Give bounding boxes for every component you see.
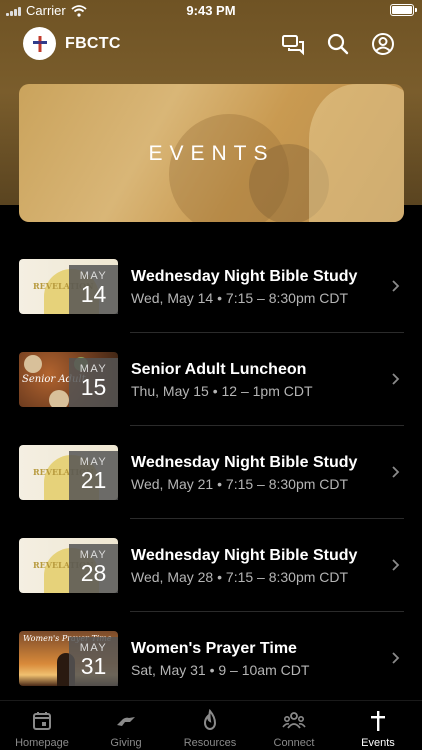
event-datetime: Sat, May 31 • 9 – 10am CDT <box>131 662 310 678</box>
tab-resources[interactable]: Resources <box>168 701 252 750</box>
event-title: Wednesday Night Bible Study <box>131 547 358 564</box>
date-day: 31 <box>80 653 107 679</box>
event-title: Wednesday Night Bible Study <box>131 268 358 285</box>
event-title: Wednesday Night Bible Study <box>131 454 358 471</box>
event-title: Senior Adult Luncheon <box>131 361 307 378</box>
tab-bar: Homepage Giving Resources Connect Events <box>0 700 422 750</box>
event-row[interactable]: REVELATION MAY 28 Wednesday Night Bible … <box>0 519 422 612</box>
tab-connect[interactable]: Connect <box>252 701 336 750</box>
tab-label: Giving <box>110 737 142 749</box>
tab-label: Homepage <box>15 737 69 749</box>
tab-label: Connect <box>273 737 315 749</box>
clock: 9:43 PM <box>186 3 236 18</box>
event-row[interactable]: REVELATION MAY 14 Wednesday Night Bible … <box>0 240 422 333</box>
tab-events[interactable]: Events <box>336 701 420 750</box>
tab-label: Resources <box>183 737 237 749</box>
chevron-right-icon <box>392 652 400 664</box>
tab-label: Events <box>361 737 395 749</box>
date-day: 15 <box>80 374 107 400</box>
chevron-right-icon <box>392 373 400 385</box>
chevron-right-icon <box>392 280 400 292</box>
cross-icon <box>371 711 385 731</box>
chat-icon[interactable] <box>280 31 306 57</box>
event-row[interactable]: Women's Prayer Time MAY 31 Women's Praye… <box>0 612 422 705</box>
chevron-right-icon <box>392 466 400 478</box>
search-icon[interactable] <box>325 31 351 57</box>
date-badge: MAY 14 <box>69 265 118 314</box>
date-badge: MAY 21 <box>69 451 118 500</box>
status-bar: Carrier 9:43 PM <box>0 0 422 22</box>
app-header: FBCTC <box>0 25 422 63</box>
event-datetime: Wed, May 21 • 7:15 – 8:30pm CDT <box>131 476 349 492</box>
date-badge: MAY 15 <box>69 358 118 407</box>
tab-giving[interactable]: Giving <box>84 701 168 750</box>
events-banner: EVENTS <box>19 84 404 222</box>
calendar-icon <box>33 712 51 730</box>
date-day: 21 <box>80 467 107 493</box>
banner-title: EVENTS <box>148 142 275 165</box>
church-logo[interactable] <box>23 27 56 60</box>
cross-logo-icon <box>32 35 47 52</box>
app-title: FBCTC <box>65 35 121 52</box>
hands-icon <box>117 717 135 726</box>
event-datetime: Thu, May 15 • 12 – 1pm CDT <box>131 383 313 399</box>
event-datetime: Wed, May 14 • 7:15 – 8:30pm CDT <box>131 290 349 306</box>
date-badge: MAY 31 <box>69 637 118 686</box>
event-datetime: Wed, May 28 • 7:15 – 8:30pm CDT <box>131 569 349 585</box>
profile-icon[interactable] <box>370 31 396 57</box>
tab-homepage[interactable]: Homepage <box>0 701 84 750</box>
date-day: 28 <box>80 560 107 586</box>
event-row[interactable]: REVELATION MAY 21 Wednesday Night Bible … <box>0 426 422 519</box>
event-list: REVELATION MAY 14 Wednesday Night Bible … <box>0 240 422 705</box>
people-icon <box>282 712 306 729</box>
event-title: Women's Prayer Time <box>131 640 297 657</box>
chevron-right-icon <box>392 559 400 571</box>
event-row[interactable]: Senior Adult MAY 15 Senior Adult Luncheo… <box>0 333 422 426</box>
battery-icon <box>390 4 417 16</box>
date-day: 14 <box>80 281 107 307</box>
date-badge: MAY 28 <box>69 544 118 593</box>
flame-icon <box>203 709 217 730</box>
